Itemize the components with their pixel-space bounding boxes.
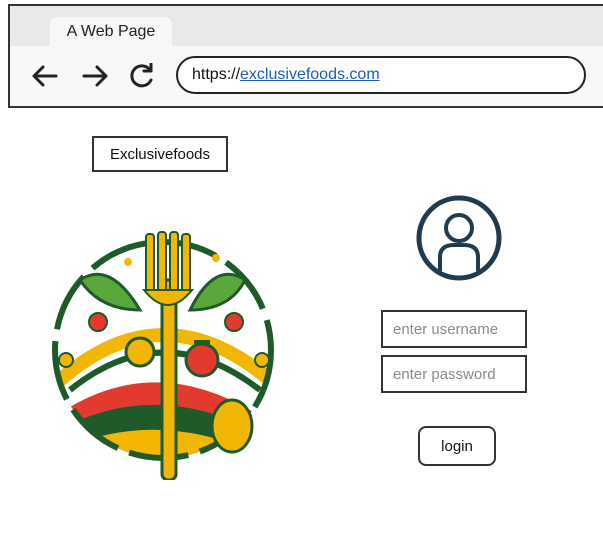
address-prefix: https:// [192, 66, 241, 83]
arrow-left-icon [32, 65, 58, 87]
user-avatar-icon [416, 195, 502, 281]
address-link[interactable]: exclusivefoods.com [240, 66, 380, 84]
address-bar[interactable]: https://exclusivefoods.com [176, 56, 586, 94]
arrow-right-icon [82, 65, 108, 87]
brand-label: Exclusivefoods [92, 136, 228, 172]
login-button[interactable]: login [418, 426, 496, 466]
back-button[interactable] [28, 60, 60, 92]
reload-icon [130, 63, 153, 88]
reload-button[interactable] [126, 60, 158, 92]
food-logo [52, 231, 274, 480]
forward-button[interactable] [80, 60, 112, 92]
username-input[interactable] [381, 310, 527, 348]
password-input[interactable] [381, 355, 527, 393]
browser-tab[interactable]: A Web Page [50, 17, 172, 47]
